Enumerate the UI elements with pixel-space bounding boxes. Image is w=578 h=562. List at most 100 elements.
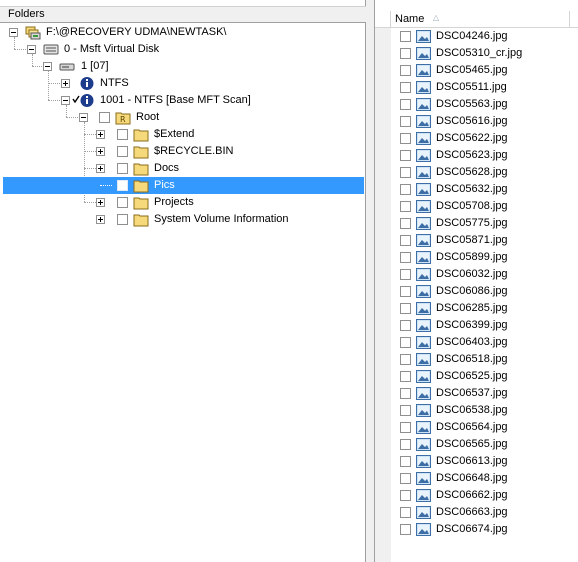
expand-toggle[interactable] [96, 147, 105, 156]
file-row[interactable]: DSC06613.jpg [375, 453, 578, 470]
file-row[interactable]: DSC05563.jpg [375, 96, 578, 113]
file-row[interactable]: DSC06032.jpg [375, 266, 578, 283]
file-checkbox[interactable] [400, 150, 411, 161]
file-checkbox[interactable] [400, 99, 411, 110]
folder-checkbox[interactable] [117, 214, 128, 225]
file-row[interactable]: DSC06518.jpg [375, 351, 578, 368]
file-checkbox[interactable] [400, 184, 411, 195]
expand-toggle[interactable] [96, 164, 105, 173]
file-checkbox[interactable] [400, 201, 411, 212]
file-row[interactable]: DSC05616.jpg [375, 113, 578, 130]
file-checkbox[interactable] [400, 48, 411, 59]
file-row[interactable]: DSC06674.jpg [375, 521, 578, 538]
collapse-toggle[interactable] [61, 96, 70, 105]
file-checkbox[interactable] [400, 218, 411, 229]
file-row[interactable]: DSC06285.jpg [375, 300, 578, 317]
file-row[interactable]: DSC05623.jpg [375, 147, 578, 164]
tree-node-folder-selected[interactable]: Pics [3, 177, 364, 194]
folder-checkbox[interactable] [117, 146, 128, 157]
file-row[interactable]: DSC05775.jpg [375, 215, 578, 232]
file-checkbox[interactable] [400, 65, 411, 76]
file-checkbox[interactable] [400, 388, 411, 399]
expand-toggle[interactable] [96, 130, 105, 139]
file-row[interactable]: DSC06537.jpg [375, 385, 578, 402]
file-checkbox[interactable] [400, 507, 411, 518]
file-row[interactable]: DSC06565.jpg [375, 436, 578, 453]
tree-node-folder[interactable]: Projects [0, 194, 365, 211]
file-row[interactable]: DSC05899.jpg [375, 249, 578, 266]
file-checkbox[interactable] [400, 422, 411, 433]
file-checkbox[interactable] [400, 405, 411, 416]
file-row[interactable]: DSC06648.jpg [375, 470, 578, 487]
file-checkbox[interactable] [400, 235, 411, 246]
collapse-toggle[interactable] [9, 28, 18, 37]
file-checkbox[interactable] [400, 286, 411, 297]
tree-label-drive: F:\@RECOVERY UDMA\NEWTASK\ [46, 26, 227, 38]
file-checkbox[interactable] [400, 337, 411, 348]
file-row[interactable]: DSC06525.jpg [375, 368, 578, 385]
file-checkbox[interactable] [400, 490, 411, 501]
file-row[interactable]: DSC06399.jpg [375, 317, 578, 334]
file-row[interactable]: DSC05871.jpg [375, 232, 578, 249]
tree-node-drive[interactable]: F:\@RECOVERY UDMA\NEWTASK\ [0, 24, 365, 41]
file-row[interactable]: DSC05511.jpg [375, 79, 578, 96]
tree-node-folder[interactable]: $Extend [0, 126, 365, 143]
file-name: DSC05622.jpg [436, 132, 508, 144]
file-checkbox[interactable] [400, 524, 411, 535]
file-checkbox[interactable] [400, 252, 411, 263]
file-checkbox[interactable] [400, 354, 411, 365]
file-row[interactable]: DSC06403.jpg [375, 334, 578, 351]
file-checkbox[interactable] [400, 456, 411, 467]
file-row[interactable]: DSC06662.jpg [375, 487, 578, 504]
expand-toggle[interactable] [96, 198, 105, 207]
file-checkbox[interactable] [400, 473, 411, 484]
tree-node-folder[interactable]: Docs [0, 160, 365, 177]
folder-icon [133, 161, 149, 176]
file-row[interactable]: DSC06086.jpg [375, 283, 578, 300]
file-row[interactable]: DSC05628.jpg [375, 164, 578, 181]
file-row[interactable]: DSC06564.jpg [375, 419, 578, 436]
tree-node-partition[interactable]: 1 [07] [0, 58, 365, 75]
file-checkbox[interactable] [400, 439, 411, 450]
tree-node-root[interactable]: R Root [0, 109, 365, 126]
pane-splitter[interactable] [367, 0, 374, 562]
folder-icon [133, 127, 149, 142]
file-list-pane: Name △ DSC04246.jpg DSC05310_cr.jpg DSC054… [374, 0, 578, 562]
file-checkbox[interactable] [400, 133, 411, 144]
file-checkbox[interactable] [400, 269, 411, 280]
expand-toggle[interactable] [96, 215, 105, 224]
file-row[interactable]: DSC05465.jpg [375, 62, 578, 79]
tree-node-ntfs[interactable]: NTFS [0, 75, 365, 92]
file-checkbox[interactable] [400, 320, 411, 331]
file-row[interactable]: DSC04246.jpg [375, 28, 578, 45]
file-checkbox[interactable] [400, 371, 411, 382]
file-name: DSC06565.jpg [436, 438, 508, 450]
collapse-toggle[interactable] [43, 62, 52, 71]
collapse-toggle[interactable] [27, 45, 36, 54]
file-row[interactable]: DSC05622.jpg [375, 130, 578, 147]
root-checkbox[interactable] [99, 112, 110, 123]
file-checkbox[interactable] [400, 116, 411, 127]
file-checkbox[interactable] [400, 31, 411, 42]
file-checkbox[interactable] [400, 167, 411, 178]
tree-node-folder[interactable]: System Volume Information [0, 211, 365, 228]
folder-checkbox[interactable] [117, 197, 128, 208]
file-row[interactable]: DSC05632.jpg [375, 181, 578, 198]
column-header-name[interactable]: Name [395, 13, 424, 25]
tree-node-folder[interactable]: $RECYCLE.BIN [0, 143, 365, 160]
info-icon [79, 76, 95, 91]
collapse-toggle[interactable] [79, 113, 88, 122]
column-divider[interactable] [569, 11, 570, 28]
tree-node-disk[interactable]: 0 - Msft Virtual Disk [0, 41, 365, 58]
file-row[interactable]: DSC06538.jpg [375, 402, 578, 419]
folder-checkbox[interactable] [117, 163, 128, 174]
expand-toggle[interactable] [61, 79, 70, 88]
file-row[interactable]: DSC06663.jpg [375, 504, 578, 521]
file-row[interactable]: DSC05310_cr.jpg [375, 45, 578, 62]
file-checkbox[interactable] [400, 82, 411, 93]
file-checkbox[interactable] [400, 303, 411, 314]
folder-checkbox[interactable] [117, 129, 128, 140]
folder-checkbox[interactable] [117, 180, 128, 191]
tree-node-scan[interactable]: 1001 - NTFS [Base MFT Scan] [0, 92, 365, 109]
file-row[interactable]: DSC05708.jpg [375, 198, 578, 215]
